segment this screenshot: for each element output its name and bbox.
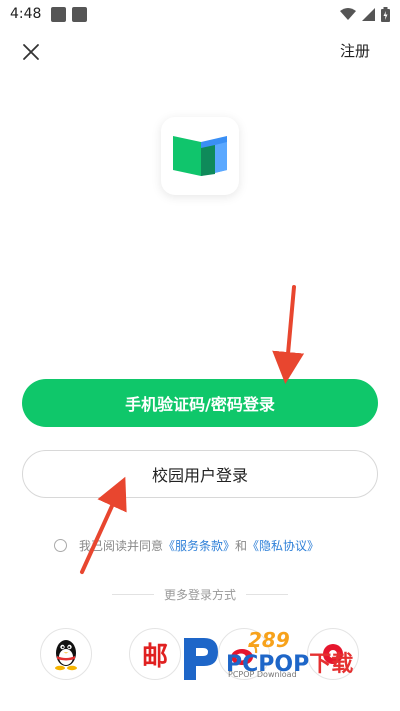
book-logo-icon (173, 136, 227, 176)
notification-icon (72, 6, 88, 22)
agreement-prefix: 我已阅读并同意 (79, 539, 164, 553)
register-link[interactable]: 注册 (340, 40, 370, 62)
terms-link[interactable]: 《服务条款》 (163, 537, 235, 554)
weibo-login-button[interactable] (218, 628, 270, 680)
app-logo (161, 117, 239, 195)
battery-icon (381, 6, 390, 22)
social-login-row: 邮 (0, 628, 400, 684)
status-bar: 4:48 (0, 0, 400, 28)
wifi-icon (340, 7, 356, 20)
login-icon (323, 644, 343, 664)
other-login-button[interactable] (307, 628, 359, 680)
status-right (340, 6, 390, 22)
more-login-label: 更多登录方式 (164, 588, 237, 602)
weibo-icon (231, 642, 258, 665)
agreement-checkbox[interactable] (54, 539, 67, 552)
phone-login-button[interactable]: 手机验证码/密码登录 (22, 379, 378, 427)
mail-icon: 邮 (141, 641, 168, 672)
campus-login-button[interactable]: 校园用户登录 (22, 450, 378, 498)
privacy-link[interactable]: 《隐私协议》 (247, 537, 319, 554)
annotation-arrows (80, 285, 305, 574)
close-icon (23, 44, 39, 60)
status-left: 4:48 (10, 6, 88, 22)
divider-line (246, 594, 289, 595)
qq-login-button[interactable] (40, 628, 92, 680)
signal-icon (362, 7, 375, 21)
divider-line (112, 594, 154, 595)
qq-penguin-icon (55, 640, 77, 671)
close-button[interactable] (19, 40, 43, 64)
more-login-divider: 更多登录方式 (112, 586, 289, 603)
annotation-arrow (272, 285, 305, 384)
agreement-conjunction: 和 (235, 539, 248, 553)
notification-icon (51, 6, 67, 22)
agreement-row: 我已阅读并同意 《服务条款》 和 《隐私协议》 (54, 537, 319, 554)
status-time: 4:48 (10, 6, 42, 22)
mail-login-button[interactable]: 邮 (129, 628, 181, 680)
